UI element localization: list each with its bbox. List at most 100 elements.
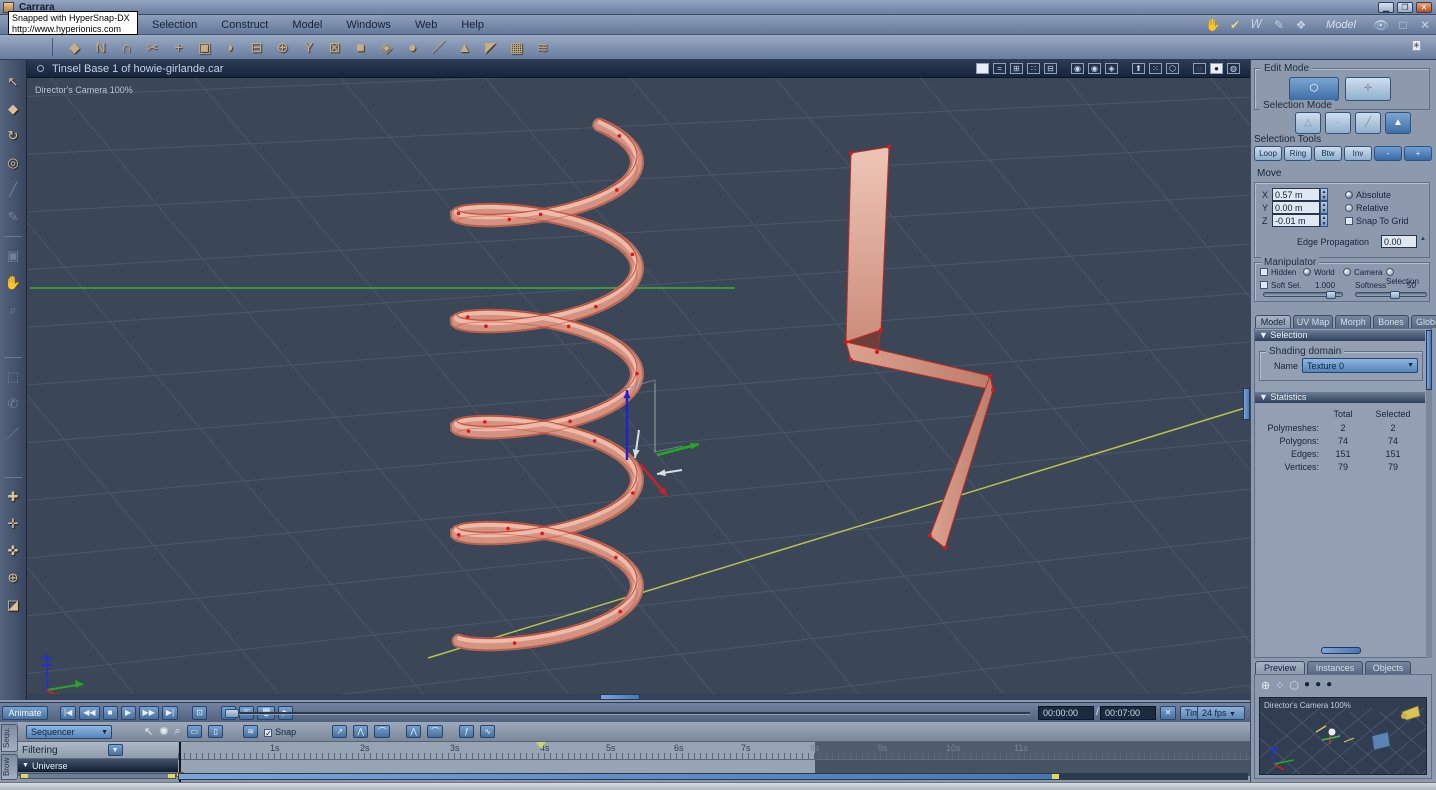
- shading-gouraud-icon[interactable]: ◍: [1227, 63, 1240, 74]
- statistics-section-header[interactable]: ▼ Statistics: [1255, 392, 1425, 403]
- bank-view-icon[interactable]: ⬡: [1166, 63, 1179, 74]
- selection-section-header[interactable]: ▼ Selection: [1255, 330, 1425, 341]
- link-icon[interactable]: ／: [430, 39, 447, 56]
- panel-zoom-icon[interactable]: ✳: [1412, 40, 1421, 51]
- edit-mode-primitive-button[interactable]: ✛: [1345, 77, 1391, 101]
- shrink-selection-button[interactable]: -: [1374, 146, 1402, 161]
- edge-propagation-field[interactable]: 0.00: [1381, 235, 1417, 248]
- select-point-button[interactable]: ·: [1325, 112, 1351, 134]
- animate-button[interactable]: Animate: [2, 705, 48, 720]
- tweener-oscillate-button[interactable]: ∿: [480, 725, 496, 738]
- preview-viewport[interactable]: Director's Camera 100%: [1229, 697, 1436, 775]
- shading-flat-icon[interactable]: ●: [1210, 63, 1223, 74]
- orbit-view-icon[interactable]: ⬆: [1132, 63, 1145, 74]
- zoom-tool-icon[interactable]: ⌕: [9, 302, 16, 318]
- camera-preset-2-icon[interactable]: ◉: [1088, 63, 1101, 74]
- lasso-select-icon[interactable]: ✆: [8, 396, 19, 412]
- tab-uvmap[interactable]: UV Map: [1293, 315, 1333, 328]
- panel-vscrollbar[interactable]: [1426, 330, 1432, 658]
- delete-icon[interactable]: ⊠: [326, 39, 343, 56]
- menu-web[interactable]: Web: [403, 19, 449, 31]
- camera-radio[interactable]: [1343, 268, 1351, 276]
- model-room-icon[interactable]: ✔: [1224, 18, 1246, 32]
- menu-model[interactable]: Model: [280, 19, 334, 31]
- maximize-room-icon[interactable]: □: [1392, 18, 1414, 32]
- snap-to-grid-checkbox[interactable]: [1345, 217, 1353, 225]
- preview-bank-icon[interactable]: ⬡: [1289, 679, 1299, 692]
- pan-tool-icon[interactable]: ✋: [5, 275, 21, 291]
- stop-button[interactable]: ■: [102, 705, 118, 720]
- texture-room-icon[interactable]: ✎: [1268, 18, 1290, 32]
- preview-shade-2-icon[interactable]: ●: [1315, 679, 1321, 692]
- softness-slider[interactable]: [1355, 291, 1427, 299]
- grid-mesh-icon[interactable]: ▦: [508, 39, 525, 56]
- tweener-spike-button[interactable]: ⋀: [353, 725, 369, 738]
- edge-propagation-spinner[interactable]: ▲: [1420, 236, 1426, 242]
- move-x-field[interactable]: 0.57 m: [1272, 188, 1320, 201]
- move-y-field[interactable]: 0.00 m: [1272, 201, 1320, 214]
- select-tool-icon[interactable]: ↖: [8, 74, 19, 90]
- tweener-bezier-button[interactable]: ⋀: [406, 725, 422, 738]
- select-face-button[interactable]: ▲: [1385, 112, 1411, 134]
- soft-sel-checkbox[interactable]: [1260, 281, 1268, 289]
- menu-construct[interactable]: Construct: [209, 19, 280, 31]
- assemble-room-icon[interactable]: ✋: [1202, 18, 1224, 32]
- universe-expand-icon[interactable]: ▼: [22, 762, 29, 769]
- menu-help[interactable]: Help: [449, 19, 496, 31]
- filtering-dropdown-button[interactable]: ▼: [107, 744, 123, 756]
- close-room-icon[interactable]: ✕: [1414, 18, 1436, 32]
- sweep-icon[interactable]: ⊕: [274, 39, 291, 56]
- timeline-hscrollbar-track[interactable]: [178, 773, 1248, 780]
- seq-settings-icon[interactable]: ✺: [159, 725, 168, 738]
- edit-mode-vertex-button[interactable]: ⬡: [1289, 77, 1339, 101]
- camera-preset-3-icon[interactable]: ◈: [1105, 63, 1118, 74]
- time-slider-thumb[interactable]: [225, 709, 239, 718]
- between-button[interactable]: Btw: [1314, 146, 1342, 161]
- move-z-spinner[interactable]: ▲ ▼: [1320, 214, 1328, 227]
- move-z-field[interactable]: -0.01 m: [1272, 214, 1320, 227]
- timeline-hscrollbar-thumb[interactable]: [178, 773, 1058, 780]
- scissors-icon[interactable]: ✂: [144, 39, 161, 56]
- primitive-sphere-icon[interactable]: ●: [404, 39, 421, 56]
- selection-radio[interactable]: [1386, 268, 1394, 276]
- seq-key-mode-button[interactable]: ▯: [208, 725, 224, 738]
- menu-windows[interactable]: Windows: [334, 19, 403, 31]
- lathe-icon[interactable]: ⊟: [248, 39, 265, 56]
- soft-sel-slider[interactable]: [1263, 291, 1343, 299]
- go-end-button[interactable]: ▶|: [161, 705, 179, 720]
- pan-view-icon[interactable]: ⁙: [1149, 63, 1162, 74]
- sequencer-dropdown[interactable]: Sequencer ▼: [26, 724, 112, 739]
- eye-icon[interactable]: 👁: [1370, 18, 1392, 32]
- tree-hscrollbar[interactable]: [20, 773, 176, 779]
- bend-icon[interactable]: ≋: [534, 39, 551, 56]
- layout-quad-small-icon[interactable]: ∷: [1027, 63, 1040, 74]
- hidden-checkbox[interactable]: [1260, 268, 1268, 276]
- scale-tool-icon[interactable]: ◎: [7, 155, 18, 171]
- layout-quad-icon[interactable]: ⊟: [1044, 63, 1057, 74]
- universe-tree-item[interactable]: ▼ Universe: [18, 759, 178, 772]
- viewport-hscrollbar[interactable]: [600, 694, 640, 700]
- viewport-vscrollbar[interactable]: [1243, 388, 1250, 420]
- shape-tool-icon[interactable]: ✎: [8, 209, 19, 225]
- tab-objects[interactable]: Objects: [1365, 661, 1411, 674]
- texture-dropdown[interactable]: Texture 0 ▼: [1302, 358, 1418, 373]
- current-time-field[interactable]: 00:00:00: [1038, 706, 1094, 720]
- snap-checkbox[interactable]: ✓: [264, 728, 273, 737]
- clear-time-button[interactable]: ✕: [1160, 706, 1176, 720]
- render-room-icon[interactable]: ❖: [1290, 18, 1312, 32]
- tweener-formula-button[interactable]: ƒ: [459, 725, 475, 738]
- minimize-button[interactable]: ▁: [1378, 1, 1394, 13]
- move-y-spinner[interactable]: ▲ ▼: [1320, 201, 1328, 214]
- preview-shade-1-icon[interactable]: ●: [1304, 679, 1310, 692]
- tab-preview[interactable]: Preview: [1255, 661, 1305, 674]
- wrap-icon[interactable]: ◈: [378, 39, 395, 56]
- storyboard-room-icon[interactable]: 𝑊: [1246, 17, 1268, 32]
- ring-button[interactable]: Ring: [1284, 146, 1312, 161]
- measure-tool-icon[interactable]: ╱: [9, 182, 17, 198]
- ruler-4s-marker[interactable]: [536, 742, 546, 749]
- invert-button[interactable]: Inv: [1344, 146, 1372, 161]
- tab-morph[interactable]: Morph: [1335, 315, 1371, 328]
- prev-frame-button[interactable]: ◀◀: [79, 705, 100, 720]
- relative-radio[interactable]: [1345, 204, 1353, 212]
- shading-wireframe-icon[interactable]: ◌: [1193, 63, 1206, 74]
